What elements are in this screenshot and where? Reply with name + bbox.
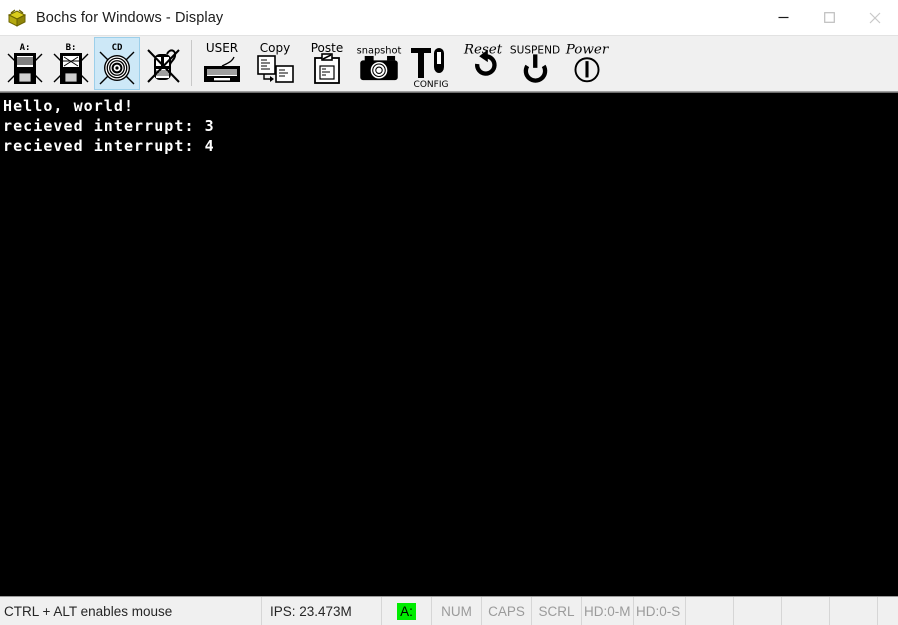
floppy-disk-a-icon: A: <box>7 43 43 84</box>
camera-snapshot-icon: snapshot <box>357 45 402 80</box>
status-message: CTRL + ALT enables mouse <box>0 597 262 625</box>
toolbar-button-floppy-b[interactable]: B: <box>48 37 94 90</box>
toolbar-button-floppy-a[interactable]: A: <box>2 37 48 90</box>
status-empty-cell <box>782 597 830 625</box>
status-ips: IPS: 23.473M <box>262 597 382 625</box>
toolbar-button-mouse[interactable] <box>140 37 186 90</box>
svg-text:CONFIG: CONFIG <box>414 80 449 90</box>
vga-console-text: Hello, world! recieved interrupt: 3 reci… <box>3 97 215 155</box>
bochs-window: Bochs for Windows - Display A: B: CD USE… <box>0 0 898 625</box>
titlebar: Bochs for Windows - Display <box>0 0 898 35</box>
status-disk-hd0-master: HD:0-M <box>582 597 634 625</box>
status-floppy-led: A: <box>382 597 432 625</box>
window-title: Bochs for Windows - Display <box>36 9 224 26</box>
status-flag-num: NUM <box>432 597 482 625</box>
floppy-disk-b-icon: B: <box>53 43 89 84</box>
toolbar-button-snapshot[interactable]: snapshot <box>353 37 405 90</box>
status-flag-scrl: SCRL <box>532 597 582 625</box>
svg-text:A:: A: <box>20 43 31 53</box>
svg-text:snapshot: snapshot <box>357 45 402 56</box>
toolbar-button-reset[interactable]: Reset <box>457 37 509 90</box>
statusbar: CTRL + ALT enables mouse IPS: 23.473M A:… <box>0 596 898 625</box>
toolbar-button-power[interactable]: Power <box>561 37 613 90</box>
reset-arrow-icon: Reset <box>463 42 503 76</box>
status-empty-cell <box>830 597 878 625</box>
minimize-button[interactable] <box>760 0 806 35</box>
close-icon <box>869 12 881 23</box>
toolbar-button-config[interactable]: CONFIG <box>405 37 457 90</box>
mouse-disabled-icon <box>147 48 180 83</box>
svg-text:Power: Power <box>565 42 610 57</box>
status-flag-caps: CAPS <box>482 597 532 625</box>
toolbar-button-paste[interactable]: Poste <box>301 37 353 90</box>
maximize-icon <box>823 12 835 23</box>
svg-text:B:: B: <box>66 43 77 53</box>
toolbar-button-cdrom[interactable]: CD <box>94 37 140 90</box>
keyboard-user-icon: USER <box>204 41 240 82</box>
window-controls <box>760 0 898 35</box>
status-empty-cell <box>878 597 898 625</box>
status-empty-cell <box>734 597 782 625</box>
maximize-button[interactable] <box>806 0 852 35</box>
copy-icon: Copy <box>257 41 294 83</box>
toolbar-button-user[interactable]: USER <box>197 37 249 90</box>
vga-display[interactable]: Hello, world! recieved interrupt: 3 reci… <box>0 92 898 596</box>
paste-clipboard-icon: Poste <box>311 41 344 84</box>
svg-text:CD: CD <box>112 43 123 53</box>
floppy-led-label: A: <box>397 602 416 620</box>
toolbar-separator <box>191 40 192 86</box>
status-disk-hd0-slave: HD:0-S <box>634 597 686 625</box>
minimize-icon <box>778 16 788 19</box>
wrench-config-icon: CONFIG <box>411 47 449 90</box>
svg-text:Copy: Copy <box>260 41 290 55</box>
suspend-icon: SUSPEND <box>510 44 560 83</box>
close-button[interactable] <box>852 0 898 35</box>
bochs-logo-icon <box>7 8 27 27</box>
cdrom-icon: CD <box>99 43 135 84</box>
toolbar-button-copy[interactable]: Copy <box>249 37 301 90</box>
svg-text:Poste: Poste <box>311 41 344 55</box>
svg-text:USER: USER <box>206 41 238 55</box>
toolbar-button-suspend[interactable]: SUSPEND <box>509 37 561 90</box>
status-empty-cell <box>686 597 734 625</box>
toolbar: A: B: CD USER Copy Poste snapshot CONFIG… <box>0 35 898 92</box>
power-icon: Power <box>565 42 610 82</box>
